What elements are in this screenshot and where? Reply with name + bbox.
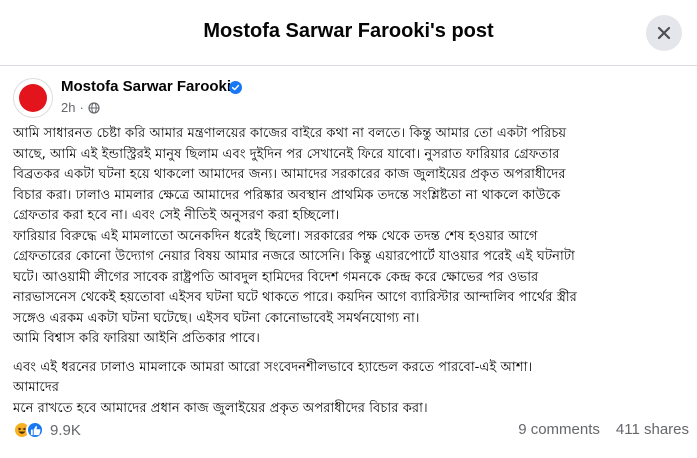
like-icon	[26, 421, 44, 439]
avatar[interactable]	[13, 78, 53, 118]
reaction-count: 9.9K	[50, 421, 81, 439]
post-line: আছে, আমি এই ইন্ডাস্ট্রিরই মানুষ ছিলাম এব…	[13, 146, 560, 162]
post-line: ঘটে। আওয়ামী লীগের সাবেক রাষ্ট্রপতি আবদু…	[13, 269, 539, 285]
post-line: গ্রেফতার করা হবে না। এবং সেই নীতিই অনুসর…	[13, 208, 340, 223]
shares-count[interactable]: 411 shares	[616, 421, 689, 438]
post-line: আমাদের	[13, 380, 60, 395]
post-line: সঙ্গেও এরকম একটা ঘটনা ঘটেছে। এইসব ঘটনা ক…	[13, 310, 420, 326]
post-body: আমি সাধারনত চেষ্টা করি আমার মন্ত্রণালয়ে…	[13, 124, 689, 419]
dialog-header: Mostofa Sarwar Farooki's post	[0, 0, 697, 66]
post-author-row: Mostofa Sarwar Farooki 2h ·	[13, 78, 413, 120]
close-button[interactable]	[646, 15, 682, 51]
author-name[interactable]: Mostofa Sarwar Farooki	[61, 78, 231, 95]
post-line: মনে রাখতে হবে আমাদের প্রধান কাজ জুলাইয়ে…	[13, 400, 428, 416]
post-timestamp[interactable]: 2h	[61, 100, 75, 115]
avatar-image	[19, 84, 47, 112]
post-line: আমি বিশ্বাস করি ফারিয়া আইনি প্রতিকার পা…	[13, 331, 260, 346]
reactions-summary[interactable]: 9.9K	[13, 419, 81, 441]
post-line: গ্রেফতারের কোনো উদ্যোগ নেয়ার বিষয় আমার…	[13, 249, 575, 264]
post-line: এবং এই ধরনের ঢালাও মামলাকে আমরা আরো সংবে…	[13, 359, 533, 375]
post-footer: 9.9K 9 comments 411 shares	[13, 419, 689, 443]
post-meta: 2h ·	[61, 100, 100, 115]
post-line: বিব্রতকর একটা ঘটনা হয়ে থাকলো আমাদের জন্…	[13, 167, 566, 182]
post-line: বিচার করা। ঢালাও মামলার ক্ষেত্রে আমাদের …	[13, 187, 561, 203]
post-line: আমি সাধারনত চেষ্টা করি আমার মন্ত্রণালয়ে…	[13, 126, 567, 141]
post-stats: 9 comments 411 shares	[518, 421, 689, 438]
globe-icon	[88, 101, 100, 114]
dialog-title: Mostofa Sarwar Farooki's post	[203, 20, 494, 42]
post-line: ফারিয়ার বিরুদ্ধে এই মামলাতো অনেকদিন ধরে…	[13, 228, 538, 244]
comments-count[interactable]: 9 comments	[518, 421, 600, 438]
post-line: নারভাসনেস থেকেই হয়তোবা এইসব ঘটনা ঘটে থা…	[13, 290, 577, 305]
verified-badge-icon	[229, 81, 242, 94]
meta-separator: ·	[79, 100, 84, 115]
close-icon	[657, 26, 671, 40]
